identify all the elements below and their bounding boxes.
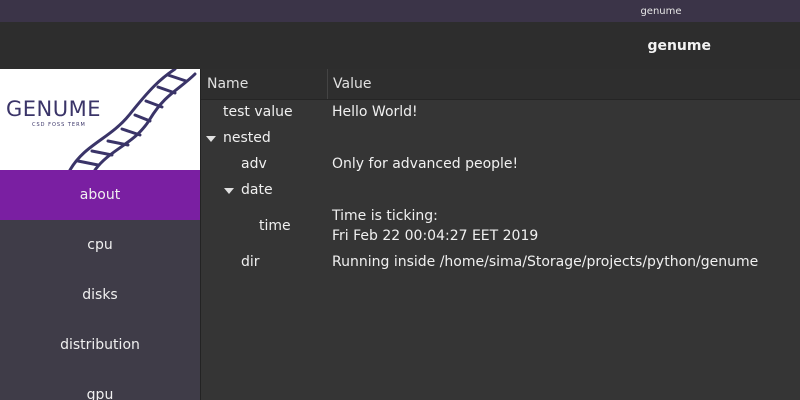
- row-name: adv: [241, 156, 267, 172]
- tree-row[interactable]: adv Only for advanced people!: [201, 152, 800, 178]
- row-name: date: [241, 182, 273, 198]
- window-titlebar[interactable]: genume: [0, 0, 800, 22]
- logo-text: GENUME: [6, 97, 101, 121]
- column-header-name[interactable]: Name: [207, 69, 248, 99]
- tree-row[interactable]: dir Running inside /home/sima/Storage/pr…: [201, 250, 800, 276]
- sidebar-item-gpu[interactable]: gpu: [0, 370, 200, 400]
- tree-row[interactable]: time Time is ticking: Fri Feb 22 00:04:2…: [201, 204, 800, 250]
- sidebar-item-about[interactable]: about: [0, 170, 200, 220]
- row-name: nested: [223, 130, 271, 146]
- sidebar-item-label: about: [79, 187, 121, 203]
- expander-down-icon[interactable]: [206, 136, 216, 142]
- sidebar-item-label: distribution: [60, 337, 140, 353]
- expander-down-icon[interactable]: [224, 188, 234, 194]
- logo-graphic: GENUME CSD FOSS TERM: [6, 69, 197, 170]
- row-value: Hello World!: [332, 104, 418, 120]
- table-header: Name Value: [201, 69, 800, 100]
- tree-view: Name Value test value Hello World! neste…: [201, 69, 800, 400]
- sidebar-item-distribution[interactable]: distribution: [0, 320, 200, 370]
- column-header-value[interactable]: Value: [333, 69, 371, 99]
- row-name: time: [259, 218, 291, 234]
- row-value-line2: Fri Feb 22 00:04:27 EET 2019: [332, 228, 539, 244]
- row-value: Running inside /home/sima/Storage/projec…: [332, 254, 759, 270]
- tree-row[interactable]: date: [201, 178, 800, 204]
- logo: GENUME CSD FOSS TERM: [0, 69, 200, 170]
- sidebar-item-label: cpu: [87, 237, 113, 253]
- row-value: Time is ticking:: [332, 208, 438, 224]
- column-separator[interactable]: [327, 69, 328, 99]
- row-name: test value: [223, 104, 293, 120]
- sidebar: GENUME CSD FOSS TERM about cpu disks dis…: [0, 69, 200, 400]
- sidebar-item-label: disks: [82, 287, 118, 303]
- row-name: dir: [241, 254, 260, 270]
- row-value: Only for advanced people!: [332, 156, 519, 172]
- sidebar-item-label: gpu: [86, 387, 114, 400]
- tree-row[interactable]: test value Hello World!: [201, 100, 800, 126]
- tree-row[interactable]: nested: [201, 126, 800, 152]
- logo-tagline: CSD FOSS TERM: [32, 122, 86, 128]
- app-title: genume: [647, 38, 711, 54]
- sidebar-item-disks[interactable]: disks: [0, 270, 200, 320]
- sidebar-item-cpu[interactable]: cpu: [0, 220, 200, 270]
- header-bar: genume: [0, 22, 800, 69]
- window-title: genume: [640, 6, 682, 17]
